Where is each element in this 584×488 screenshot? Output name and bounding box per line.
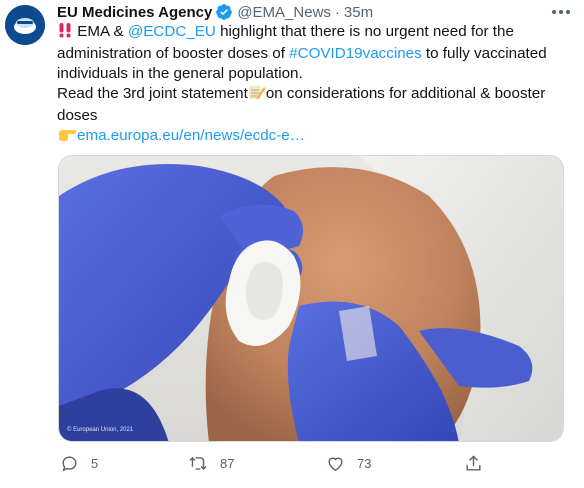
like-count: 73 [357, 455, 372, 471]
tweet-text-part: Read the 3rd joint statement [57, 85, 248, 102]
tweet-paragraph-2: Read the 3rd joint statement on considera… [57, 84, 557, 126]
double-exclamation-icon [57, 22, 73, 44]
retweet-count: 87 [220, 455, 235, 471]
memo-icon [248, 84, 266, 106]
share-button[interactable] [464, 452, 483, 474]
article-link[interactable]: ema.europa.eu/en/news/ecdc-e… [77, 127, 305, 144]
avatar[interactable] [5, 5, 45, 45]
hashtag-link[interactable]: #COVID19vaccines [289, 45, 422, 62]
like-button[interactable]: 73 [326, 452, 371, 474]
retweet-button[interactable]: 87 [188, 452, 234, 474]
tweet-actions: 5 87 73 [58, 452, 498, 474]
ema-logo-icon [5, 5, 45, 45]
account-handle[interactable]: @EMA_News [237, 4, 331, 21]
pointing-right-icon [57, 126, 77, 148]
tweet-paragraph-1: EMA & @ECDC_EU highlight that there is n… [57, 22, 557, 84]
tweet-text-part: EMA & [73, 23, 128, 40]
reply-icon [60, 454, 79, 473]
more-options-icon[interactable] [550, 4, 572, 20]
tweet[interactable]: EU Medicines Agency @EMA_News · 35m EMA … [0, 0, 584, 488]
tweet-header: EU Medicines Agency @EMA_News · 35m [57, 2, 544, 22]
share-icon [464, 454, 483, 473]
heart-icon [326, 454, 345, 473]
reply-button[interactable]: 5 [60, 452, 98, 474]
vaccination-photo-image [59, 156, 563, 441]
retweet-icon [188, 454, 208, 473]
tweet-text: EMA & @ECDC_EU highlight that there is n… [57, 22, 557, 148]
account-name[interactable]: EU Medicines Agency [57, 4, 212, 21]
tweet-timestamp[interactable]: 35m [344, 4, 373, 21]
tweet-paragraph-3: ema.europa.eu/en/news/ecdc-e… [57, 126, 557, 148]
reply-count: 5 [91, 455, 99, 471]
photo-copyright: © European Union, 2021 [67, 427, 134, 433]
verified-badge-icon [215, 3, 233, 21]
tweet-photo[interactable]: © European Union, 2021 [58, 155, 564, 442]
separator-dot: · [334, 3, 340, 21]
mention-link[interactable]: @ECDC_EU [128, 23, 216, 40]
